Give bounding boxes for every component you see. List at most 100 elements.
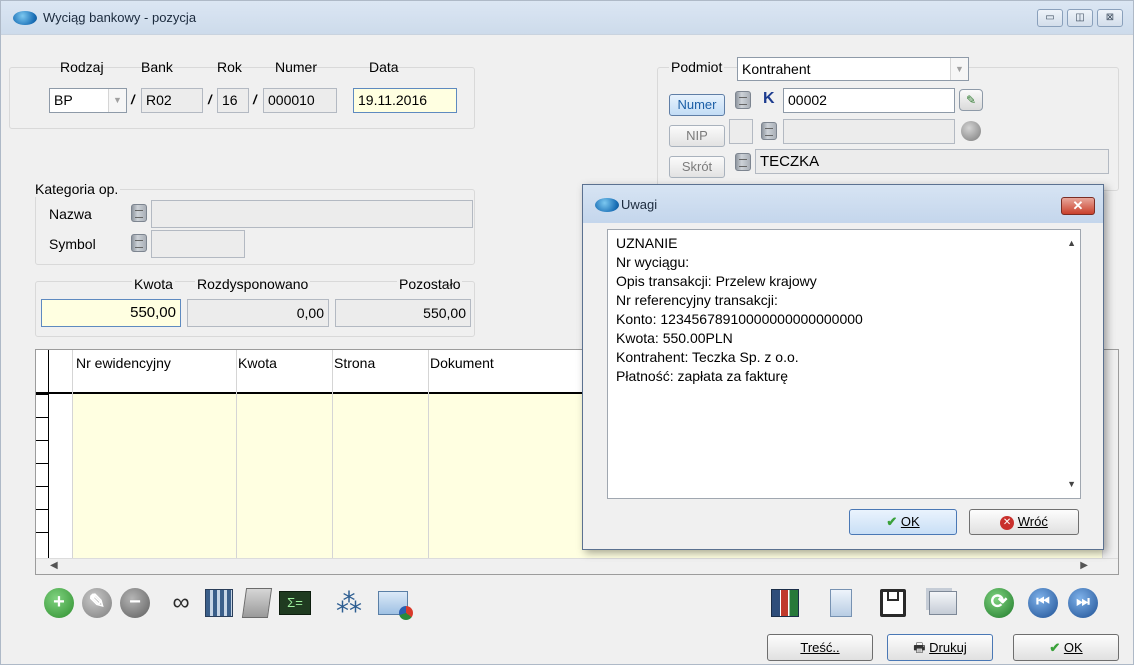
dialog-ok-label: OK (900, 514, 920, 529)
grid-line (72, 350, 73, 558)
bank-field[interactable]: R02 (141, 88, 203, 113)
scroll-left-icon[interactable]: ◀ (50, 560, 58, 571)
ok-button[interactable]: ✔ OK (1013, 634, 1119, 661)
tresc-button[interactable]: Treść.. (767, 634, 873, 661)
first-record-icon[interactable]: ⏮ (1025, 585, 1061, 621)
tresc-label: Treść.. (800, 640, 840, 655)
skrot-button[interactable]: Skrót (669, 156, 725, 178)
note-line: Konto: 12345678910000000000000000 (616, 311, 863, 327)
kontrahent-lookup-icon[interactable]: ✎ (959, 89, 983, 111)
clipboard-icon[interactable] (239, 585, 275, 621)
remove-icon[interactable]: − (117, 585, 153, 621)
dialog-close-button[interactable]: ✕ (1061, 197, 1095, 215)
pozostalo-label: Pozostało (397, 276, 463, 292)
save-icon[interactable] (875, 585, 911, 621)
dialog-title: Uwagi (621, 197, 658, 212)
scroll-right-icon[interactable]: ▶ (1080, 560, 1088, 571)
data-field[interactable]: 19.11.2016 (353, 88, 457, 113)
document-icon[interactable] (823, 585, 859, 621)
col-strona[interactable]: Strona (334, 355, 375, 371)
maximize-button[interactable]: ◫ (1067, 9, 1093, 27)
bank-label: Bank (141, 59, 173, 75)
kwota-label: Kwota (132, 276, 175, 292)
chevron-down-icon[interactable]: ▼ (950, 58, 968, 80)
chevron-down-icon[interactable]: ▼ (108, 89, 126, 112)
minimize-button[interactable]: ▭ (1037, 9, 1063, 27)
row-marker (36, 509, 48, 510)
row-marker (36, 463, 48, 464)
add-icon[interactable]: + (41, 585, 77, 621)
scroll-down-icon[interactable]: ▼ (1067, 475, 1076, 494)
podmiot-label: Podmiot (669, 59, 725, 75)
ok-label: OK (1063, 640, 1083, 655)
kwota-field[interactable]: 550,00 (41, 299, 181, 327)
dialog-back-label: Wróć (1017, 514, 1048, 529)
globe-icon[interactable] (961, 121, 981, 141)
notes-textarea[interactable]: UZNANIE Nr wyciągu: Opis transakcji: Prz… (607, 229, 1081, 499)
scroll-up-icon[interactable]: ▲ (1067, 234, 1076, 253)
cancel-icon: ✕ (1000, 515, 1015, 530)
refresh-icon[interactable]: ⟳ (981, 585, 1017, 621)
separator: / (253, 92, 257, 107)
note-line: Płatność: zapłata za fakturę (616, 368, 788, 384)
edit-icon[interactable]: ✎ (79, 585, 115, 621)
app-icon (13, 11, 37, 25)
numer-label: Numer (275, 59, 318, 75)
print-label: Drukuj (929, 640, 967, 655)
row-marker (36, 532, 48, 533)
grid-horizontal-scrollbar[interactable]: ◀ ▶ (36, 558, 1118, 574)
grid-line (48, 350, 49, 558)
dialog-back-button[interactable]: ✕ Wróć (969, 509, 1079, 535)
windows-icon[interactable] (925, 585, 961, 621)
database-icon[interactable] (761, 122, 777, 140)
numer-field[interactable]: 000010 (263, 88, 337, 113)
podmiot-type-value: Kontrahent (742, 61, 811, 77)
database-icon[interactable] (131, 204, 147, 222)
podmiot-type-select[interactable]: Kontrahent ▼ (737, 57, 969, 81)
kategoria-symbol-field[interactable] (151, 230, 245, 258)
grid-line (428, 350, 429, 558)
row-marker (36, 417, 48, 418)
numer-button[interactable]: Numer (669, 94, 725, 116)
col-nr-ewidencyjny[interactable]: Nr ewidencyjny (76, 355, 171, 371)
rok-label: Rok (217, 59, 242, 75)
kontrahent-numer-field[interactable]: 00002 (783, 88, 955, 113)
nip-button[interactable]: NIP (669, 125, 725, 147)
col-kwota[interactable]: Kwota (238, 355, 277, 371)
database-icon[interactable] (131, 234, 147, 252)
kategoria-nazwa-field[interactable] (151, 200, 473, 228)
database-icon[interactable] (735, 153, 751, 171)
network-icon[interactable]: ⁂ (331, 585, 367, 621)
rodzaj-select[interactable]: BP ▼ (49, 88, 127, 113)
row-marker (36, 394, 48, 395)
rodzaj-label: Rodzaj (60, 59, 104, 75)
binoculars-icon[interactable]: ∞ (163, 585, 199, 621)
skrot-field[interactable]: TECZKA (755, 149, 1109, 174)
print-button[interactable]: 🖶 Drukuj (887, 634, 993, 661)
database-icon[interactable] (735, 91, 751, 109)
grid-line (332, 350, 333, 558)
chart-window-icon[interactable] (375, 585, 413, 621)
rozdysponowano-field: 0,00 (187, 299, 329, 327)
col-dokument[interactable]: Dokument (430, 355, 494, 371)
close-button[interactable]: ⊠ (1097, 9, 1123, 27)
calendar-icon[interactable] (201, 585, 237, 621)
nip-field[interactable] (783, 119, 955, 144)
separator: / (208, 92, 212, 107)
grid-vertical-scrollbar[interactable] (1102, 350, 1118, 558)
rozdysponowano-label: Rozdysponowano (195, 276, 311, 292)
pozostalo-field: 550,00 (335, 299, 471, 327)
k-marker: K (763, 90, 775, 107)
rok-field[interactable]: 16 (217, 88, 249, 113)
last-record-icon[interactable]: ⏭ (1065, 585, 1101, 621)
window-controls: ▭ ◫ ⊠ (1037, 9, 1123, 27)
report-chart-icon[interactable] (767, 585, 803, 621)
dialog-title-bar: Uwagi ✕ (583, 185, 1103, 223)
nazwa-label: Nazwa (49, 206, 92, 222)
formula-icon[interactable]: Σ= (277, 585, 313, 621)
note-line: UZNANIE (616, 235, 678, 251)
printer-icon: 🖶 (913, 640, 930, 655)
data-label: Data (369, 59, 399, 75)
dialog-ok-button[interactable]: ✔ OK (849, 509, 957, 535)
nip-prefix-field[interactable] (729, 119, 753, 144)
